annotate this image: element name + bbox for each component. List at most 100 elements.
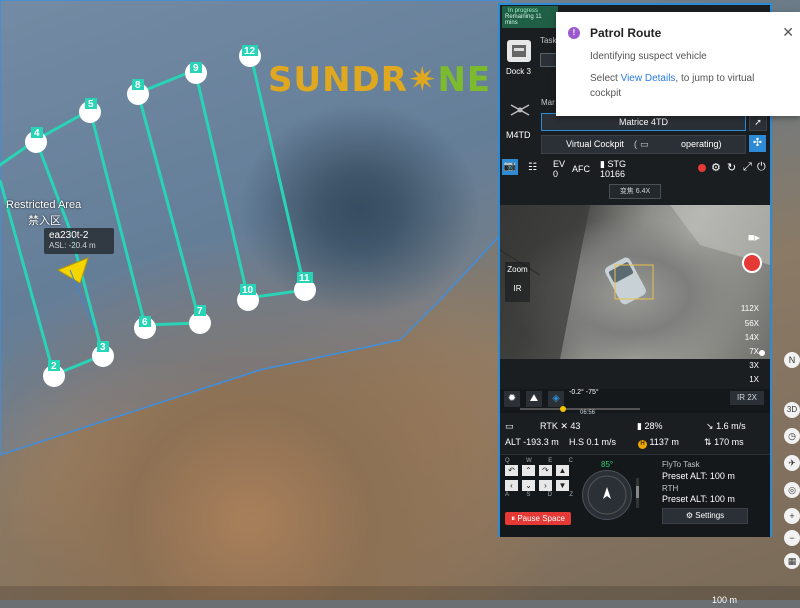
wp-7: 7 <box>197 306 203 317</box>
wp-2: 2 <box>51 361 57 372</box>
notification-message: Identifying suspect vehicle <box>590 51 707 62</box>
zoom-out-icon[interactable]: − <box>784 530 800 546</box>
drone-icon <box>509 103 531 117</box>
battery-icon: ▮ <box>637 421 642 431</box>
wp-4: 4 <box>34 128 40 139</box>
pitch-value: 85° <box>601 460 614 469</box>
diamond-icon[interactable]: ◈ <box>548 391 564 407</box>
settings-gear-icon[interactable]: ⚙ <box>711 161 721 174</box>
vspeed-display: ↘ 1.6 m/s <box>706 421 746 432</box>
alert-icon: ! <box>568 27 580 39</box>
ev-display: EV 0 <box>553 159 565 179</box>
attitude-compass <box>582 470 632 520</box>
ev-value: 0 <box>553 169 559 179</box>
wp-9: 9 <box>193 63 199 74</box>
adjust-icon[interactable]: ☷ <box>528 162 537 173</box>
key-a: A <box>505 492 510 498</box>
monitor-icon: ▭ <box>640 139 649 149</box>
ev-label: EV <box>553 159 566 169</box>
plane-icon[interactable]: ✈ <box>784 455 800 471</box>
clock-icon[interactable]: ◷ <box>784 428 800 444</box>
compass-icon[interactable]: N <box>784 352 800 368</box>
view-3d-button[interactable]: 3D <box>784 402 800 418</box>
wp-11: 11 <box>299 273 310 284</box>
virtual-cockpit-button[interactable]: Virtual Cockpit ( ▭ operating) <box>541 135 746 154</box>
zoom-slider-handle <box>759 350 765 356</box>
zoom-ir-switch[interactable]: Zoom IR <box>505 262 530 302</box>
pause-icon: ⏸ <box>511 514 516 523</box>
vehicle-target <box>605 257 646 305</box>
storage-display: ▮ STG 10166 <box>600 159 626 179</box>
mountain-icon[interactable]: ⛰ <box>526 391 542 407</box>
wp-8: 8 <box>135 80 141 91</box>
notification-hint: Select View Details, to jump to virtual … <box>590 71 788 101</box>
zoom-56x: 56X <box>744 319 759 328</box>
status-text: In progress <box>508 8 539 14</box>
zoom-in-icon[interactable]: + <box>784 508 800 524</box>
power-icon[interactable]: ⏻ <box>757 161 766 174</box>
storage-icon: ▮ <box>600 159 605 169</box>
gimbal-angle: -0.2° -75° <box>569 389 599 396</box>
alt-display: ALT -193.3 m <box>505 437 559 447</box>
record-indicator-icon[interactable] <box>698 164 706 172</box>
operating-label: operating) <box>681 139 722 149</box>
home-icon: H <box>638 440 647 449</box>
pause-button[interactable]: ⏸ Pause Space <box>505 512 571 525</box>
zoom-badge: 变焦 6.4X <box>609 184 661 199</box>
remaining-text: Remaining 11 mins <box>505 14 542 26</box>
wp-12: 12 <box>244 46 256 57</box>
manage-label: Mar <box>541 98 555 107</box>
afc-button[interactable]: AFC <box>572 164 590 174</box>
altitude-slider[interactable] <box>636 478 639 508</box>
notification-popup[interactable]: ! Patrol Route ✕ Identifying suspect veh… <box>556 12 800 116</box>
map-tools: N 3D ◷ ✈ ◎ + − ▦ <box>782 350 800 600</box>
hspeed-display: H.S 0.1 m/s <box>569 437 617 447</box>
camera-icon[interactable]: 📷 <box>502 159 518 175</box>
rth-title: RTH <box>662 484 679 493</box>
record-button[interactable] <box>742 253 762 273</box>
zoom-1x: 1X <box>749 375 759 384</box>
sun-icon[interactable]: ✹ <box>504 391 520 407</box>
stg-label: STG <box>607 159 626 169</box>
flyto-alt: Preset ALT: 100 m <box>662 471 735 481</box>
virtual-cockpit-label: Virtual Cockpit <box>566 139 624 149</box>
ir-tab: IR <box>513 284 522 293</box>
zoom-3x: 3X <box>749 361 759 370</box>
latency-value: 170 ms <box>714 437 744 447</box>
drone-control-icon[interactable]: ✣ <box>749 135 766 152</box>
locate-icon[interactable]: ◎ <box>784 482 800 498</box>
video-record-icon[interactable]: ■▸ <box>744 231 764 251</box>
camera-feed[interactable] <box>500 205 770 359</box>
key-z: Z <box>569 492 573 498</box>
status-badge: In progress Remaining 11 mins <box>502 6 558 28</box>
vspeed-icon: ↘ <box>706 421 714 431</box>
drone-info-card[interactable]: ea230t-2 ASL: -20.4 m <box>44 228 114 254</box>
distance-value: 1137 m <box>649 437 679 447</box>
ir-zoom-button[interactable]: IR 2X <box>730 391 764 405</box>
wp-6: 6 <box>142 317 148 328</box>
keyboard-pad[interactable]: QWEC ↶ ⌃ ↷ ▲ ‹ ⌄ › ▼ ASDZ <box>505 458 573 514</box>
pause-label: Pause Space <box>517 514 565 523</box>
restricted-area-label: Restricted Area <box>6 199 82 211</box>
restricted-area-label-cn: 禁入区 <box>28 215 61 227</box>
close-icon[interactable]: ✕ <box>782 24 794 41</box>
expand-icon[interactable]: ⤢ <box>743 161 752 174</box>
settings-label: Settings <box>695 511 725 520</box>
key-e: E <box>548 458 553 464</box>
stg-value: 10166 <box>600 169 626 179</box>
zoom-level-scale[interactable]: 112X 56X 14X 7X 3X 1X <box>737 302 765 387</box>
signal-icon: ▭ <box>505 421 514 431</box>
key-w: W <box>526 458 532 464</box>
settings-button[interactable]: ⚙ Settings <box>662 508 748 524</box>
drone-name: ea230t-2 <box>49 230 89 241</box>
gear-icon: ⚙ <box>685 511 694 520</box>
rth-alt: Preset ALT: 100 m <box>662 494 735 504</box>
hint-pre: Select <box>590 73 621 84</box>
view-details-link[interactable]: View Details <box>621 73 676 84</box>
drone-asl: ASL: -20.4 m <box>49 241 96 250</box>
layers-icon[interactable]: ▦ <box>784 553 800 569</box>
gimbal-time: 06:56 <box>580 410 596 416</box>
refresh-icon[interactable]: ↻ <box>727 161 736 174</box>
key-q: Q <box>505 458 510 464</box>
key-d: D <box>547 492 552 498</box>
